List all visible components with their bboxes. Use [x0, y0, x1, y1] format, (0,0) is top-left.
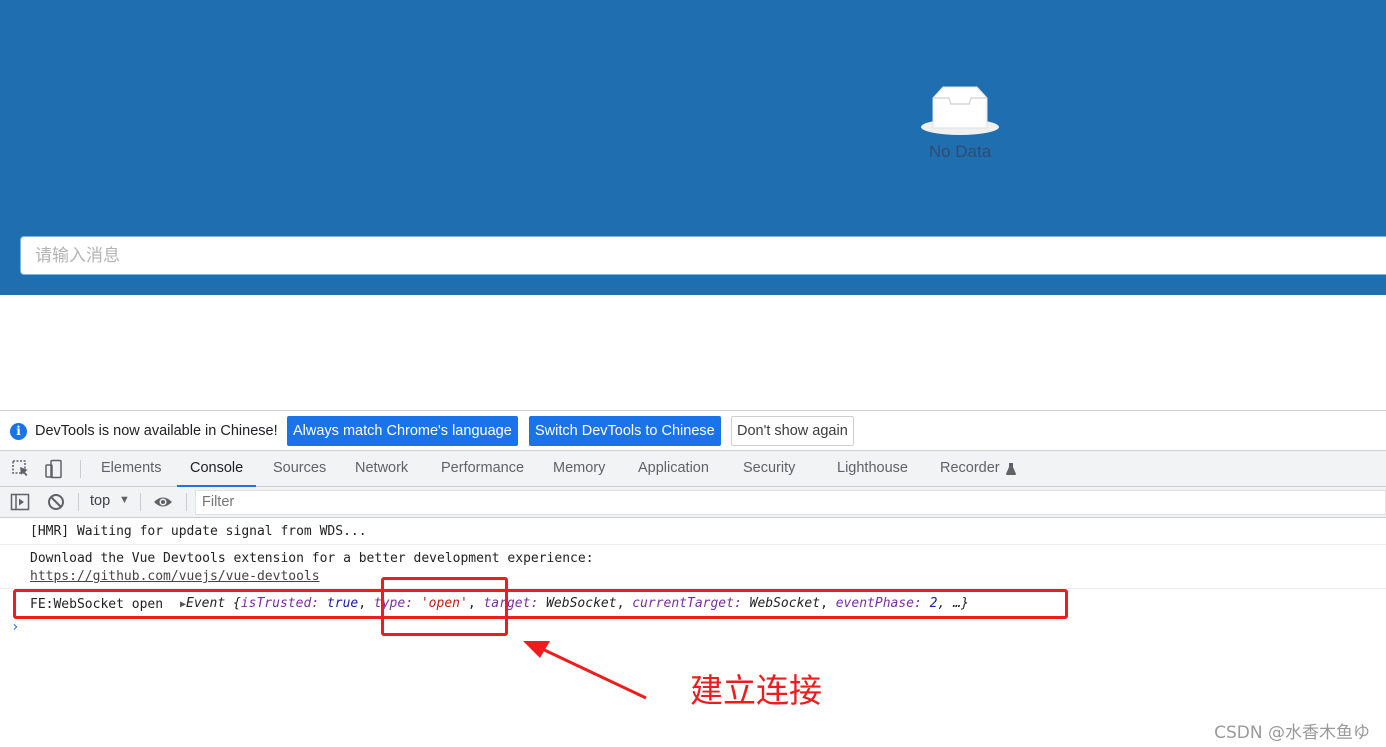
tab-sources[interactable]: Sources: [273, 451, 326, 487]
empty-inbox-icon: [921, 86, 999, 135]
context-selector[interactable]: top: [90, 493, 110, 509]
language-infobar: i DevTools is now available in Chinese! …: [0, 411, 1386, 451]
info-icon: i: [10, 423, 27, 440]
vue-devtools-link[interactable]: https://github.com/vuejs/vue-devtools: [30, 569, 320, 584]
tab-network[interactable]: Network: [355, 451, 408, 487]
tab-console[interactable]: Console: [177, 451, 257, 487]
always-match-language-button[interactable]: Always match Chrome's language: [287, 416, 518, 446]
console-toolbar: top ▼ Filter: [0, 487, 1386, 518]
infobar-message: DevTools is now available in Chinese!: [35, 423, 278, 439]
tab-elements[interactable]: Elements: [101, 451, 161, 487]
highlight-type-open: [381, 577, 508, 636]
empty-state: No Data: [917, 84, 1003, 162]
tab-memory[interactable]: Memory: [553, 451, 605, 487]
annotation-label: 建立连接: [690, 671, 822, 710]
toolbar-divider: [78, 493, 79, 511]
annotation-arrow-icon: [523, 641, 647, 700]
devtools-tabbar: Elements Console Sources Network Perform…: [0, 451, 1386, 487]
console-message-text: Download the Vue Devtools extension for …: [30, 551, 594, 566]
console-message: [HMR] Waiting for update signal from WDS…: [0, 518, 1386, 545]
sidebar-toggle-icon[interactable]: [10, 492, 30, 512]
app-panel: No Data: [0, 0, 1386, 295]
console-message-text: [HMR] Waiting for update signal from WDS…: [30, 524, 367, 539]
toolbar-divider: [140, 493, 141, 511]
empty-text: No Data: [928, 142, 992, 161]
inspect-element-icon[interactable]: [11, 459, 31, 479]
switch-to-chinese-button[interactable]: Switch DevTools to Chinese: [529, 416, 721, 446]
console-message: Download the Vue Devtools extension for …: [0, 545, 1386, 589]
message-input[interactable]: [20, 236, 1386, 275]
tab-performance[interactable]: Performance: [441, 451, 524, 487]
tab-security[interactable]: Security: [743, 451, 795, 487]
tab-application[interactable]: Application: [638, 451, 709, 487]
dont-show-again-button[interactable]: Don't show again: [731, 416, 854, 446]
highlight-websocket-log: [13, 589, 1068, 619]
watermark: CSDN @水香木鱼ゆ: [1214, 723, 1370, 743]
flask-icon: [1006, 463, 1016, 475]
chevron-down-icon[interactable]: ▼: [119, 494, 130, 506]
device-toolbar-icon[interactable]: [44, 459, 64, 479]
console-prompt-icon[interactable]: ›: [11, 619, 19, 635]
live-expression-eye-icon[interactable]: [153, 492, 173, 512]
clear-console-icon[interactable]: [46, 492, 66, 512]
toolbar-divider: [186, 493, 187, 511]
tab-lighthouse[interactable]: Lighthouse: [837, 451, 908, 487]
console-filter-input[interactable]: Filter: [195, 490, 1386, 515]
tab-recorder[interactable]: Recorder: [940, 451, 1000, 487]
toolbar-divider: [80, 460, 81, 478]
